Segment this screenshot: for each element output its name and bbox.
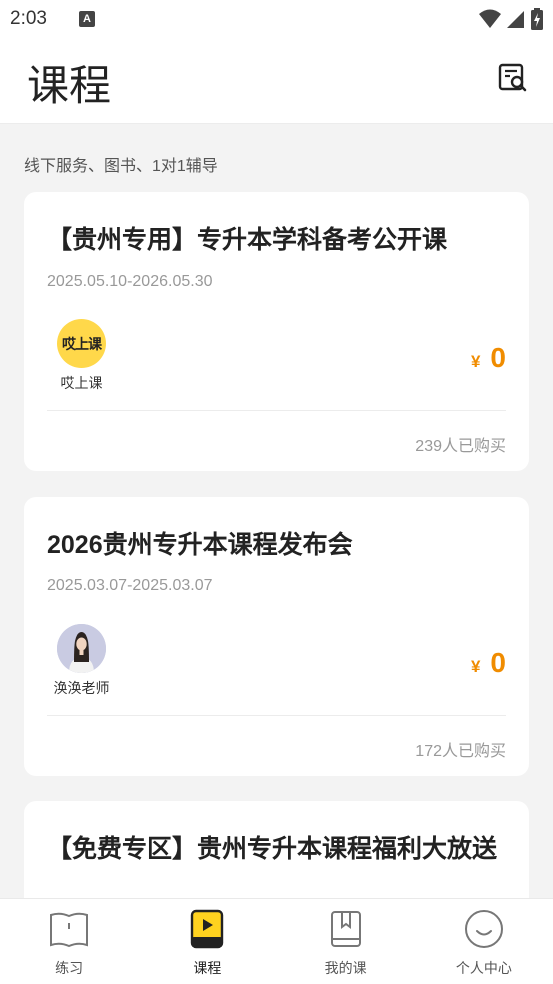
- tab-label: 练习: [55, 960, 84, 976]
- page-title: 课程: [27, 62, 112, 109]
- buyer-count: 172人已购买: [415, 743, 506, 760]
- search-button[interactable]: [495, 60, 531, 96]
- app-header: 课程: [0, 38, 553, 124]
- course-title: 【贵州专用】专升本学科备考公开课: [47, 226, 448, 254]
- currency-symbol: ¥: [470, 657, 481, 676]
- course-card[interactable]: 2026贵州专升本课程发布会 2025.03.07-2025.03.07 涣涣老…: [24, 497, 529, 776]
- buyer-count: 239人已购买: [415, 438, 506, 455]
- tab-practice[interactable]: 练习: [0, 899, 138, 984]
- status-icons: [479, 8, 543, 30]
- section-label[interactable]: 线下服务、图书、1对1辅导: [24, 152, 218, 176]
- teacher-photo-icon: [57, 624, 106, 673]
- price-amount: 0: [490, 342, 506, 373]
- tab-my-courses[interactable]: 我的课: [277, 899, 415, 984]
- bookmark-book-icon: [330, 911, 361, 947]
- course-price: ¥0: [471, 647, 506, 679]
- battery-icon: [531, 8, 543, 30]
- teacher-name: 哎上课: [60, 375, 103, 391]
- smiley-face-icon: [464, 910, 503, 948]
- tab-courses[interactable]: 课程: [138, 899, 276, 984]
- bottom-tab-bar: 练习 课程 我的课 个人中心: [0, 898, 553, 984]
- teacher-name: 涣涣老师: [53, 680, 110, 696]
- teacher-avatar: [57, 624, 106, 673]
- card-divider: [47, 715, 506, 716]
- status-bar: 2:03 A: [0, 0, 553, 38]
- tab-profile[interactable]: 个人中心: [415, 899, 553, 984]
- currency-symbol: ¥: [470, 352, 481, 371]
- tab-label: 个人中心: [455, 960, 512, 976]
- card-divider: [47, 410, 506, 411]
- status-time: 2:03: [10, 8, 47, 29]
- price-amount: 0: [490, 647, 506, 678]
- course-date: 2025.05.10-2026.05.30: [47, 273, 213, 290]
- tab-label: 我的课: [324, 960, 367, 976]
- course-title: 2026贵州专升本课程发布会: [47, 531, 353, 559]
- course-price: ¥0: [471, 342, 506, 374]
- course-date: 2025.03.07-2025.03.07: [47, 577, 213, 594]
- teacher-avatar: 哎上课: [57, 319, 106, 368]
- notification-icon: A: [78, 11, 95, 27]
- wifi-icon: [479, 9, 501, 28]
- logo-text: 哎上课: [62, 335, 102, 352]
- signal-icon: [507, 11, 524, 28]
- search-document-icon: [498, 63, 527, 92]
- open-book-icon: [50, 912, 89, 948]
- tab-label: 课程: [193, 960, 222, 976]
- course-title: 【免费专区】贵州专升本课程福利大放送: [47, 835, 498, 863]
- course-card[interactable]: 【贵州专用】专升本学科备考公开课 2025.05.10-2026.05.30 哎…: [24, 192, 529, 471]
- play-book-icon: [191, 909, 224, 949]
